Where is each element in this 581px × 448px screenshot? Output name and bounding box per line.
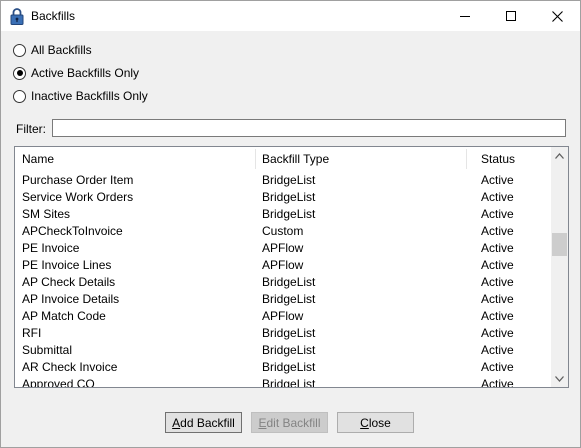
cell-status: Active xyxy=(481,241,514,255)
column-divider[interactable] xyxy=(466,149,467,169)
table-row[interactable]: AP Match Code APFlow Active xyxy=(15,308,551,325)
table-row[interactable]: Purchase Order Item BridgeList Active xyxy=(15,172,551,189)
cell-name: RFI xyxy=(22,326,42,340)
close-mnemonic: C xyxy=(360,415,369,430)
table-row[interactable]: Approved CO BridgeList Active xyxy=(15,376,551,388)
cell-status: Active xyxy=(481,224,514,238)
cell-type: BridgeList xyxy=(262,343,316,357)
cell-status: Active xyxy=(481,343,514,357)
cell-type: APFlow xyxy=(262,309,304,323)
radio-active-backfills-only[interactable]: Active Backfills Only xyxy=(13,65,139,81)
cell-type: BridgeList xyxy=(262,173,316,187)
table-row[interactable]: AP Check Details BridgeList Active xyxy=(15,274,551,291)
cell-name: Approved CO xyxy=(22,377,95,388)
cell-status: Active xyxy=(481,326,514,340)
cell-type: APFlow xyxy=(262,241,304,255)
scroll-thumb[interactable] xyxy=(552,233,567,256)
cell-status: Active xyxy=(481,309,514,323)
maximize-button[interactable] xyxy=(488,1,534,31)
cell-status: Active xyxy=(481,190,514,204)
filter-input[interactable] xyxy=(52,119,566,137)
table-row[interactable]: PE Invoice APFlow Active xyxy=(15,240,551,257)
table-row[interactable]: RFI BridgeList Active xyxy=(15,325,551,342)
edit-backfill-mnemonic: E xyxy=(258,415,267,430)
cell-name: AP Invoice Details xyxy=(22,292,120,306)
cell-type: BridgeList xyxy=(262,275,316,289)
edit-backfill-button[interactable]: Edit Backfill xyxy=(251,412,328,433)
cell-type: BridgeList xyxy=(262,377,316,388)
cell-name: PE Invoice Lines xyxy=(22,258,112,272)
cell-type: BridgeList xyxy=(262,326,316,340)
cell-name: SM Sites xyxy=(22,207,71,221)
add-backfill-mnemonic: A xyxy=(172,415,181,430)
cell-type: APFlow xyxy=(262,258,304,272)
add-backfill-button[interactable]: Add Backfill xyxy=(165,412,242,433)
cell-type: BridgeList xyxy=(262,207,316,221)
close-button[interactable]: Close xyxy=(337,412,414,433)
table-row[interactable]: APCheckToInvoice Custom Active xyxy=(15,223,551,240)
scroll-down-button[interactable] xyxy=(551,370,568,387)
column-header-status[interactable]: Status xyxy=(474,147,544,171)
close-label: lose xyxy=(368,415,391,430)
cell-status: Active xyxy=(481,173,514,187)
cell-name: AP Match Code xyxy=(22,309,106,323)
grid-rows: Purchase Order Item BridgeList Active Serv… xyxy=(15,172,551,388)
close-window-button[interactable] xyxy=(534,1,580,31)
radio-label: All Backfills xyxy=(31,43,92,57)
table-row[interactable]: AP Invoice Details BridgeList Active xyxy=(15,291,551,308)
cell-type: BridgeList xyxy=(262,190,316,204)
cell-name: APCheckToInvoice xyxy=(22,224,123,238)
cell-status: Active xyxy=(481,360,514,374)
minimize-button[interactable] xyxy=(442,1,488,31)
table-row[interactable]: PE Invoice Lines APFlow Active xyxy=(15,257,551,274)
cell-type: BridgeList xyxy=(262,360,316,374)
cell-type: BridgeList xyxy=(262,292,316,306)
column-header-name[interactable]: Name xyxy=(15,147,255,171)
cell-name: AR Check Invoice xyxy=(22,360,118,374)
cell-name: Purchase Order Item xyxy=(22,173,134,187)
cell-type: Custom xyxy=(262,224,304,238)
radio-all-backfills[interactable]: All Backfills xyxy=(13,42,92,58)
radio-label: Active Backfills Only xyxy=(31,66,140,80)
cell-status: Active xyxy=(481,377,514,388)
chevron-down-icon xyxy=(555,375,564,382)
cell-name: Submittal xyxy=(22,343,73,357)
minimize-icon xyxy=(460,16,470,17)
column-header-backfill-type[interactable]: Backfill Type xyxy=(255,147,466,171)
filter-label: Filter: xyxy=(16,122,46,136)
radio-button[interactable] xyxy=(13,66,26,80)
grid-header: Name Backfill Type Status xyxy=(15,147,554,171)
cell-name: PE Invoice xyxy=(22,241,80,255)
radio-inactive-backfills-only[interactable]: Inactive Backfills Only xyxy=(13,88,148,104)
add-backfill-label: dd Backfill xyxy=(180,415,235,430)
padlock-icon xyxy=(10,8,24,25)
cell-status: Active xyxy=(481,258,514,272)
backfills-window: Backfills All Backfills Active Backfills… xyxy=(0,0,581,448)
cell-name: AP Check Details xyxy=(22,275,116,289)
table-row[interactable]: SM Sites BridgeList Active xyxy=(15,206,551,223)
table-row[interactable]: Submittal BridgeList Active xyxy=(15,342,551,359)
cell-status: Active xyxy=(481,275,514,289)
close-icon xyxy=(551,10,563,22)
cell-status: Active xyxy=(481,207,514,221)
scroll-up-button[interactable] xyxy=(551,147,568,164)
table-row[interactable]: Service Work Orders BridgeList Active xyxy=(15,189,551,206)
edit-backfill-label: dit Backfill xyxy=(266,415,321,430)
chevron-up-icon xyxy=(555,152,564,159)
radio-button[interactable] xyxy=(13,43,26,57)
radio-label: Inactive Backfills Only xyxy=(31,89,148,103)
table-row[interactable]: AR Check Invoice BridgeList Active xyxy=(15,359,551,376)
title-bar[interactable]: Backfills xyxy=(1,1,580,31)
window-title: Backfills xyxy=(31,9,76,23)
cell-status: Active xyxy=(481,292,514,306)
vertical-scrollbar[interactable] xyxy=(551,147,568,387)
backfills-grid[interactable]: Name Backfill Type Status Purchase Order… xyxy=(14,146,569,388)
maximize-icon xyxy=(506,11,516,21)
cell-name: Service Work Orders xyxy=(22,190,134,204)
radio-button[interactable] xyxy=(13,89,26,103)
